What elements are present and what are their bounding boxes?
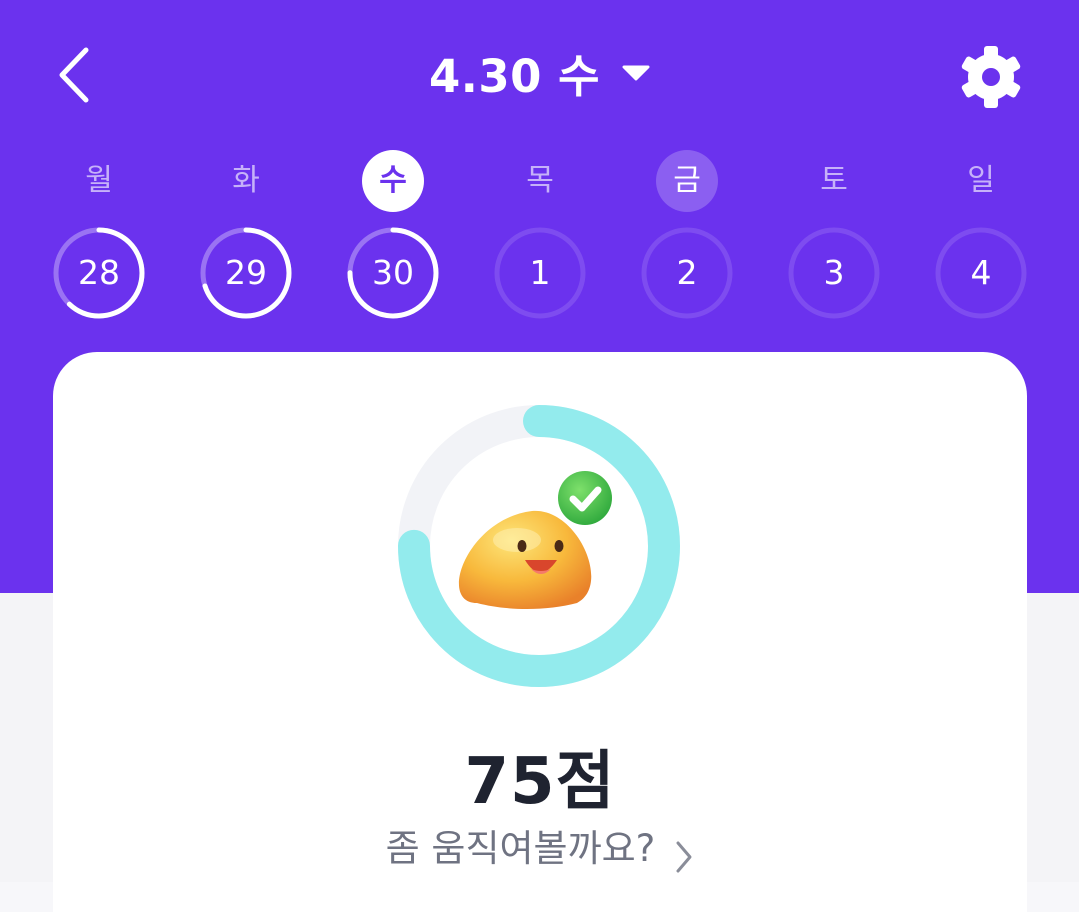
- back-button[interactable]: [48, 40, 108, 110]
- weekday-label[interactable]: 목: [509, 150, 571, 212]
- day-column: 화 29: [186, 150, 306, 319]
- date-button[interactable]: 2: [640, 226, 734, 320]
- weekday-label[interactable]: 금: [656, 150, 718, 212]
- weekday-label[interactable]: 일: [950, 150, 1012, 212]
- chevron-right-icon: [676, 841, 692, 872]
- day-column: 일4: [921, 150, 1041, 319]
- day-column: 월 28: [39, 150, 159, 319]
- date-number: 1: [529, 253, 551, 292]
- page-background: [1026, 593, 1079, 882]
- score-card: 75점 좀 움직여볼까요?: [53, 352, 1027, 912]
- date-picker-dropdown[interactable]: 4.30 수: [429, 40, 650, 105]
- date-button[interactable]: 28: [52, 226, 146, 320]
- activity-suggestion-text: 좀 움직여볼까요?: [385, 827, 656, 870]
- day-column: 목1: [480, 150, 600, 319]
- day-column: 수 30: [333, 150, 453, 319]
- page-title: 4.30 수: [428, 50, 601, 103]
- weekday-label[interactable]: 월: [68, 150, 130, 212]
- date-button[interactable]: 29: [199, 226, 293, 320]
- date-number: 29: [225, 253, 267, 292]
- smiling-blob-with-check-icon: [458, 471, 612, 609]
- date-button[interactable]: 1: [493, 226, 587, 320]
- day-column: 토3: [774, 150, 894, 319]
- caret-down-icon: [622, 65, 650, 80]
- date-number: 3: [823, 253, 845, 292]
- chevron-left-icon: [59, 47, 89, 103]
- date-button[interactable]: 4: [934, 226, 1028, 320]
- date-number: 28: [78, 253, 120, 292]
- activity-suggestion-link[interactable]: 좀 움직여볼까요?: [53, 818, 1027, 875]
- day-column: 금2: [627, 150, 747, 319]
- date-button[interactable]: 3: [787, 226, 881, 320]
- weekday-label[interactable]: 수: [362, 150, 424, 212]
- date-button[interactable]: 30: [346, 226, 440, 320]
- weekday-label[interactable]: 토: [803, 150, 865, 212]
- gear-icon: [961, 46, 1021, 108]
- page-background: [0, 593, 53, 882]
- date-number: 4: [970, 253, 992, 292]
- weekday-label[interactable]: 화: [215, 150, 277, 212]
- settings-button[interactable]: [958, 44, 1024, 110]
- score-value: 75점: [464, 745, 616, 819]
- date-number: 2: [676, 253, 698, 292]
- date-number: 30: [372, 253, 414, 292]
